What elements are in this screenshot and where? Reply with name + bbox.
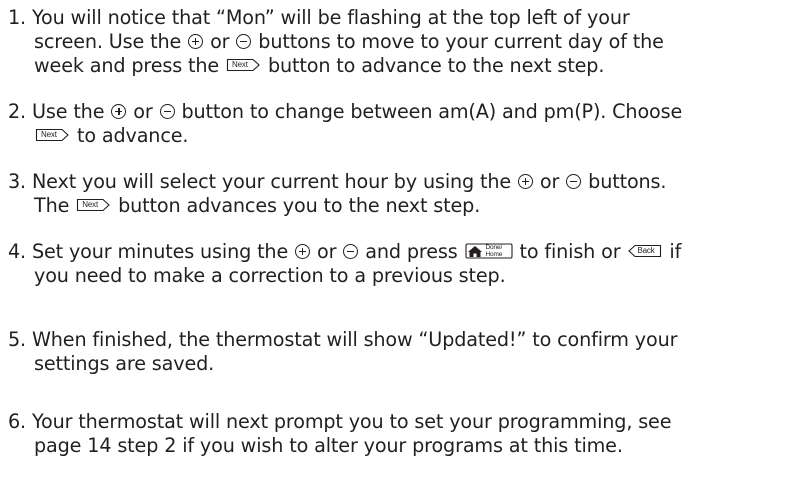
next-label: Next	[82, 200, 99, 209]
step-number: 3.	[8, 170, 27, 193]
step-1-line-3: week and press the Next button to advanc…	[8, 54, 798, 78]
step-text: or	[204, 30, 236, 53]
plus-button-icon	[295, 244, 311, 259]
back-label: Back	[637, 246, 655, 255]
step-3-line-1: 3. Next you will select your current hou…	[8, 170, 798, 194]
next-button-icon: Next	[35, 128, 70, 142]
step-text: button to change between am(A) and pm(P)…	[175, 100, 683, 123]
plus-button-icon	[188, 34, 204, 49]
done-home-button-icon: Done/Home	[464, 243, 513, 259]
step-text: page 14 step 2 if you wish to alter your…	[34, 434, 623, 457]
step-5: 5. When finished, the thermostat will sh…	[8, 328, 798, 376]
step-5-line-1: 5. When finished, the thermostat will sh…	[8, 328, 798, 352]
step-3-line-2: The Next button advances you to the next…	[8, 194, 798, 218]
step-number: 5.	[8, 328, 27, 351]
step-text: You will notice that “Mon” will be flash…	[31, 6, 630, 29]
minus-button-icon	[343, 244, 359, 259]
step-text: if	[663, 240, 682, 263]
step-text: The	[34, 194, 76, 217]
minus-button-icon	[236, 34, 252, 49]
step-text: button to advance to the next step.	[262, 54, 605, 77]
step-number: 2.	[8, 100, 27, 123]
step-2-line-1: 2. Use the or button to change between a…	[8, 100, 798, 124]
step-text: settings are saved.	[34, 352, 215, 375]
step-6: 6. Your thermostat will next prompt you …	[8, 410, 798, 458]
step-text: buttons.	[582, 170, 667, 193]
step-number: 1.	[8, 6, 27, 29]
step-text: or	[311, 240, 343, 263]
home-label: Home	[485, 250, 503, 258]
step-text: to finish or	[513, 240, 627, 263]
minus-button-icon	[566, 174, 582, 189]
step-6-line-1: 6. Your thermostat will next prompt you …	[8, 410, 798, 434]
step-text: to advance.	[71, 124, 189, 147]
next-label: Next	[41, 130, 57, 139]
next-label: Next	[232, 60, 248, 69]
step-text: button advances you to the next step.	[112, 194, 481, 217]
step-4: 4. Set your minutes using the or and pre…	[8, 240, 798, 288]
step-text: Set your minutes using the	[31, 240, 295, 263]
step-4-line-1: 4. Set your minutes using the or and pre…	[8, 240, 798, 264]
step-text: and press	[359, 240, 464, 263]
step-1-line-1: 1. You will notice that “Mon” will be fl…	[8, 6, 798, 30]
next-button-icon: Next	[226, 58, 261, 72]
step-1: 1. You will notice that “Mon” will be fl…	[8, 6, 798, 78]
step-3: 3. Next you will select your current hou…	[8, 170, 798, 218]
plus-button-icon	[517, 174, 533, 189]
step-2-line-2: Next to advance.	[8, 124, 798, 148]
next-button-icon: Next	[76, 198, 111, 212]
step-1-line-2: screen. Use the or buttons to move to yo…	[8, 30, 798, 54]
step-text: When finished, the thermostat will show …	[31, 328, 678, 351]
step-number: 4.	[8, 240, 27, 263]
step-6-line-2: page 14 step 2 if you wish to alter your…	[8, 434, 798, 458]
step-text: or	[127, 100, 159, 123]
back-button-icon: Back	[627, 244, 662, 258]
step-5-line-2: settings are saved.	[8, 352, 798, 376]
step-text: Use the	[31, 100, 111, 123]
step-text: or	[533, 170, 566, 193]
step-4-line-2: you need to make a correction to a previ…	[8, 264, 798, 288]
step-number: 6.	[8, 410, 27, 433]
minus-button-icon	[159, 104, 175, 119]
step-text: Next you will select your current hour b…	[31, 170, 517, 193]
plus-button-icon	[111, 104, 127, 119]
step-text: you need to make a correction to a previ…	[34, 264, 506, 287]
step-2: 2. Use the or button to change between a…	[8, 100, 798, 148]
step-text: buttons to move to your current day of t…	[252, 30, 664, 53]
step-text: screen. Use the	[34, 30, 188, 53]
step-text: Your thermostat will next prompt you to …	[31, 410, 672, 433]
step-text: week and press the	[34, 54, 225, 77]
